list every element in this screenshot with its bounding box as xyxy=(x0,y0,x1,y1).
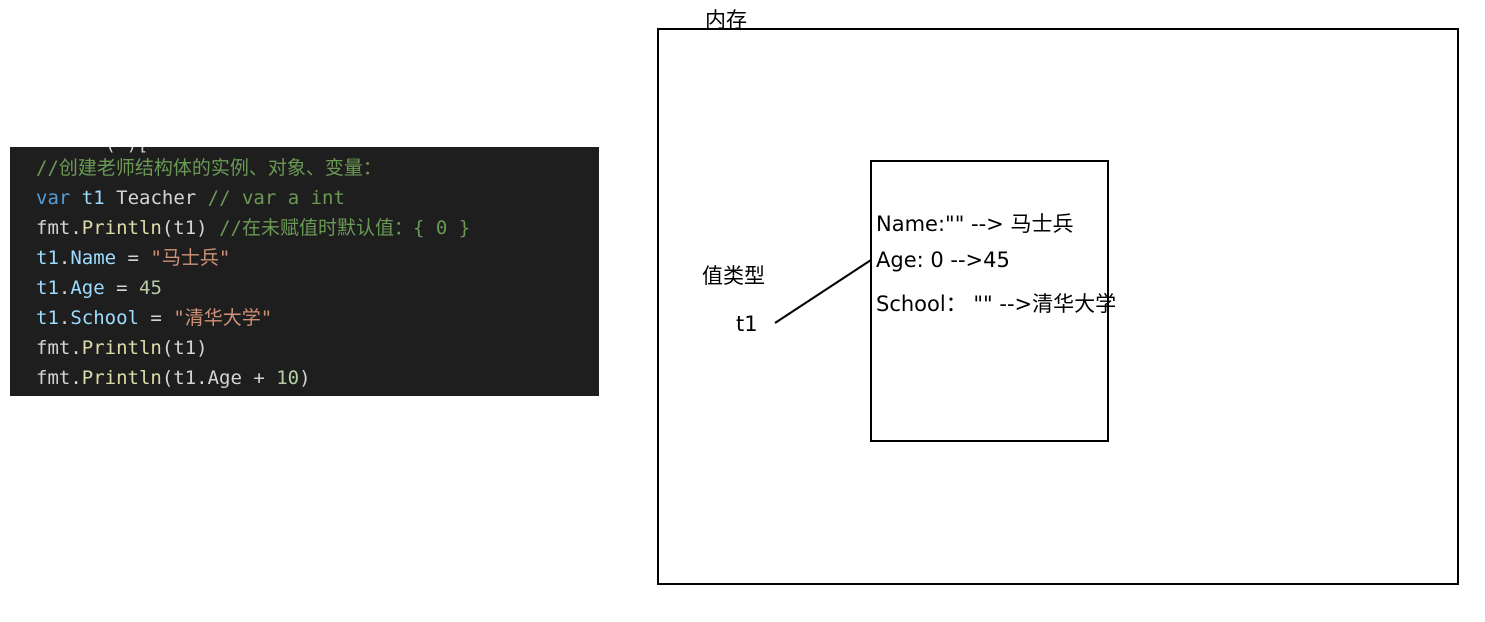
code-token-ident xyxy=(196,187,207,209)
code-token-var: Name xyxy=(70,247,117,269)
code-token-ident xyxy=(208,217,219,239)
field-name: Name:"" --> 马士兵 xyxy=(876,212,1074,236)
code-token-type: Teacher xyxy=(116,187,197,209)
code-token-comment: // var a int xyxy=(207,187,345,209)
code-token-var: School xyxy=(70,307,139,329)
code-token-punct: . xyxy=(58,307,71,329)
code-line: fmt.Println(t1.Age + 10) xyxy=(36,363,470,393)
code-token-punct: . xyxy=(58,277,71,299)
code-token-punct: (t1) xyxy=(161,217,208,239)
code-token-ident xyxy=(105,187,116,209)
code-token-string: "马士兵" xyxy=(150,247,231,269)
code-token-ident: fmt. xyxy=(36,337,82,359)
code-token-keyword: var xyxy=(36,187,71,209)
code-line: t1.Age = 45 xyxy=(36,273,470,303)
code-token-var: t1 xyxy=(81,187,105,209)
code-token-punct: ) xyxy=(299,367,311,389)
field-school: School： "" -->清华大学 xyxy=(876,292,1117,316)
code-line: //创建老师结构体的实例、对象、变量： xyxy=(36,153,470,183)
code-token-punct: (t1.Age + xyxy=(161,367,277,389)
code-token-ident: fmt. xyxy=(36,217,82,239)
code-token-func: Println xyxy=(81,367,162,389)
variable-label: t1 xyxy=(736,312,758,336)
code-token-var: t1 xyxy=(36,277,59,299)
code-editor-panel: ( )[ //创建老师结构体的实例、对象、变量：var t1 Teacher /… xyxy=(10,147,599,396)
code-lines: //创建老师结构体的实例、对象、变量： var t1 Teacher // var… xyxy=(36,153,470,393)
field-age: Age: 0 -->45 xyxy=(876,248,1010,272)
code-token-ident xyxy=(70,187,81,209)
code-token-var: t1 xyxy=(36,247,59,269)
value-type-label: 值类型 xyxy=(702,264,765,288)
code-token-punct: = xyxy=(116,247,151,269)
code-token-comment: //在未赋值时默认值：{ 0 } xyxy=(219,217,471,239)
code-token-func: Println xyxy=(81,337,162,359)
code-line: t1.School = "清华大学" xyxy=(36,303,470,333)
code-token-punct: (t1) xyxy=(161,337,208,359)
code-line: fmt.Println(t1) xyxy=(36,333,470,363)
code-token-string: "清华大学" xyxy=(173,307,273,329)
code-token-punct: = xyxy=(138,307,174,329)
code-token-ident: fmt. xyxy=(36,367,82,389)
code-line: var t1 Teacher // var a int xyxy=(36,183,470,213)
code-token-number: 45 xyxy=(139,277,162,299)
code-token-comment: //创建老师结构体的实例、对象、变量： xyxy=(36,157,382,179)
code-token-var: Age xyxy=(70,277,105,299)
code-token-punct: . xyxy=(58,247,71,269)
code-token-number: 10 xyxy=(276,367,300,389)
code-line: fmt.Println(t1) //在未赋值时默认值：{ 0 } xyxy=(36,213,470,243)
code-token-punct: = xyxy=(104,277,139,299)
code-token-func: Println xyxy=(81,217,162,239)
code-line: t1.Name = "马士兵" xyxy=(36,243,470,273)
code-token-var: t1 xyxy=(36,307,59,329)
